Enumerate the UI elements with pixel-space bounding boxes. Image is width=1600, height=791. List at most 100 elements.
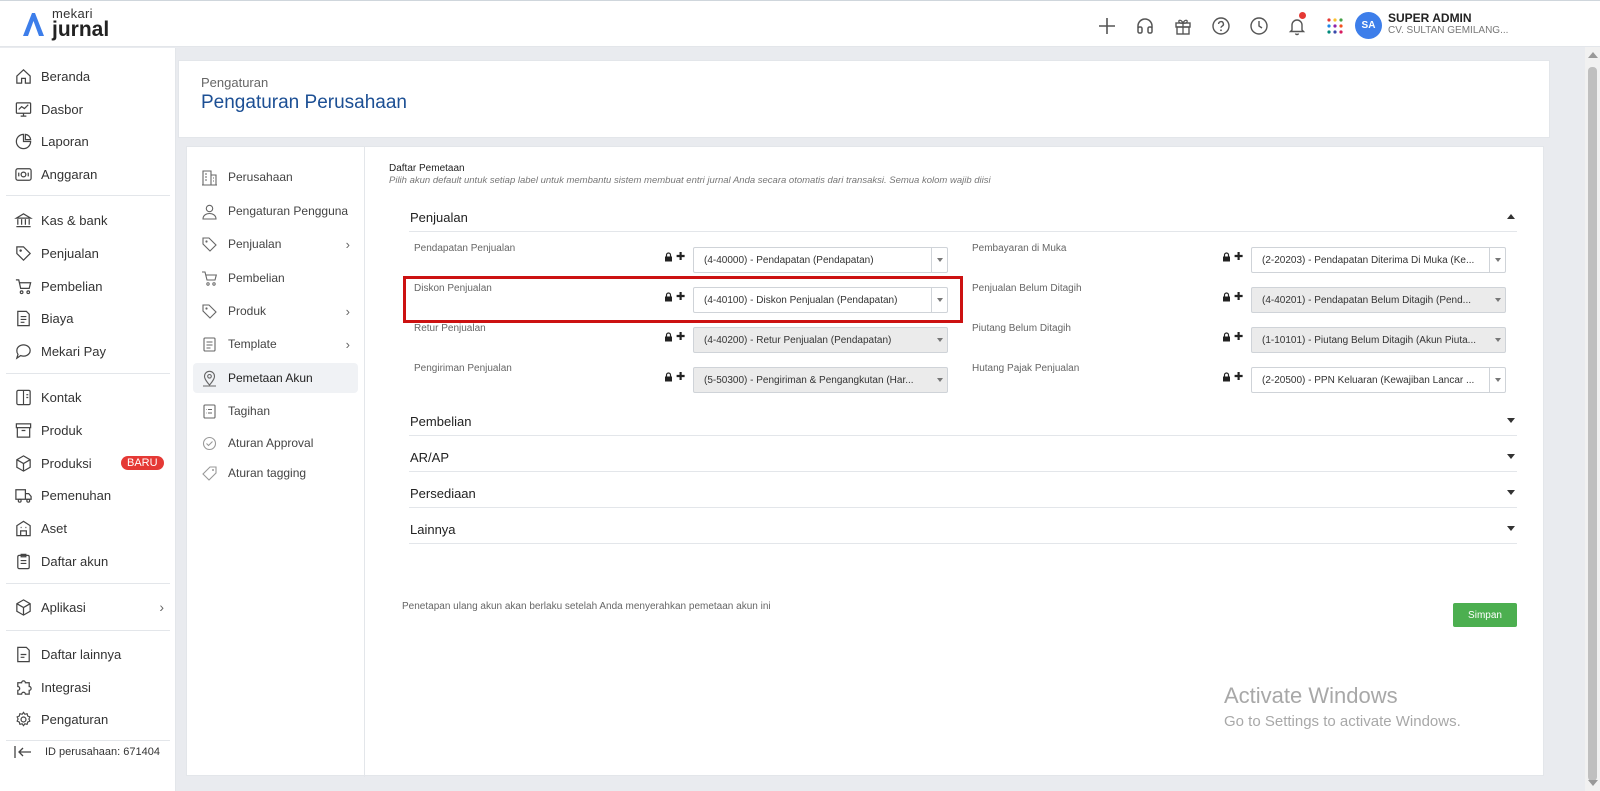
breadcrumb[interactable]: Pengaturan xyxy=(201,75,268,90)
gift-icon[interactable] xyxy=(1164,14,1202,38)
sidebar-item-dasbor[interactable]: Dasbor xyxy=(14,97,164,121)
lock-icon[interactable] xyxy=(664,251,673,262)
account-select[interactable]: (4-40000) - Pendapatan (Pendapatan) xyxy=(693,247,948,273)
page-header: Pengaturan Pengaturan Perusahaan xyxy=(178,60,1550,138)
scroll-up-arrow[interactable] xyxy=(1588,52,1598,58)
account-select[interactable]: (4-40100) - Diskon Penjualan (Pendapatan… xyxy=(693,287,948,313)
sidebar-item-biaya[interactable]: Biaya xyxy=(14,306,164,330)
plus-icon[interactable] xyxy=(1088,14,1126,38)
add-icon[interactable]: ✚ xyxy=(1234,250,1243,263)
sidebar-item-beranda[interactable]: Beranda xyxy=(14,64,164,88)
collapse-arrow-icon[interactable] xyxy=(1507,214,1515,219)
scroll-thumb[interactable] xyxy=(1588,67,1597,781)
page-scrollbar[interactable] xyxy=(1585,47,1600,791)
mapping-subtitle: Pilih akun default untuk setiap label un… xyxy=(389,175,991,186)
chevron-down-icon[interactable] xyxy=(1489,248,1506,272)
add-icon[interactable]: ✚ xyxy=(676,330,685,343)
sidebar-item-label: Produk xyxy=(41,422,83,438)
help-icon[interactable] xyxy=(1202,14,1240,38)
headset-icon[interactable] xyxy=(1126,14,1164,38)
sidebar-item-laporan[interactable]: Laporan xyxy=(14,129,164,153)
lock-icon[interactable] xyxy=(1222,331,1231,342)
lock-add-controls[interactable]: ✚ xyxy=(1222,290,1243,303)
lock-icon[interactable] xyxy=(1222,291,1231,302)
apps-grid-icon[interactable] xyxy=(1316,14,1354,38)
collapse-sidebar-icon[interactable] xyxy=(14,745,32,759)
lock-add-controls[interactable]: ✚ xyxy=(664,290,685,303)
sidebar-item-mekari-pay[interactable]: Mekari Pay xyxy=(14,339,164,363)
settings-menu-template[interactable]: Template › xyxy=(193,329,358,359)
lock-add-controls[interactable]: ✚ xyxy=(1222,250,1243,263)
sidebar-item-daftar-akun[interactable]: Daftar akun xyxy=(14,549,164,573)
accordion-pembelian[interactable]: Pembelian xyxy=(409,408,1517,436)
settings-menu-aturan-tagging[interactable]: Aturan tagging xyxy=(193,458,358,488)
integration-icon xyxy=(17,679,32,695)
sidebar-item-kontak[interactable]: Kontak xyxy=(14,385,164,409)
chevron-down-icon xyxy=(1489,328,1506,352)
sidebar-item-label: Laporan xyxy=(41,133,89,149)
settings-menu-pembelian[interactable]: Pembelian xyxy=(193,263,358,293)
add-icon[interactable]: ✚ xyxy=(1234,290,1243,303)
sidebar-item-anggaran[interactable]: Anggaran xyxy=(14,162,164,186)
sidebar-item-penjualan[interactable]: Penjualan xyxy=(14,241,164,265)
expand-arrow-icon[interactable] xyxy=(1507,454,1515,459)
accordion-persediaan[interactable]: Persediaan xyxy=(409,480,1517,508)
add-icon[interactable]: ✚ xyxy=(676,290,685,303)
accordion-ar-ap[interactable]: AR/AP xyxy=(409,444,1517,472)
lock-icon[interactable] xyxy=(1222,371,1231,382)
add-icon[interactable]: ✚ xyxy=(1234,370,1243,383)
settings-menu-label: Tagihan xyxy=(228,404,271,418)
settings-menu-pemetaan-akun[interactable]: Pemetaan Akun xyxy=(193,363,358,393)
sidebar-item-daftar-lainnya[interactable]: Daftar lainnya xyxy=(14,642,164,666)
chevron-down-icon[interactable] xyxy=(1489,368,1506,392)
sidebar-item-aplikasi[interactable]: Aplikasi › xyxy=(14,595,164,619)
add-icon[interactable]: ✚ xyxy=(676,370,685,383)
avatar[interactable]: SA xyxy=(1355,12,1382,39)
sidebar-item-pengaturan[interactable]: Pengaturan xyxy=(14,707,164,731)
expand-arrow-icon[interactable] xyxy=(1507,490,1515,495)
sidebar-item-produksi[interactable]: Produksi BARU xyxy=(14,451,164,475)
add-icon[interactable]: ✚ xyxy=(1234,330,1243,343)
sidebar-item-integrasi[interactable]: Integrasi xyxy=(14,675,164,699)
settings-menu-produk[interactable]: Produk › xyxy=(193,296,358,326)
lock-add-controls[interactable]: ✚ xyxy=(1222,330,1243,343)
user-menu[interactable]: SUPER ADMIN CV. SULTAN GEMILANG... xyxy=(1388,11,1508,37)
lock-add-controls[interactable]: ✚ xyxy=(664,330,685,343)
sidebar-item-label: Biaya xyxy=(41,310,74,326)
bell-icon[interactable] xyxy=(1278,12,1316,38)
expand-arrow-icon[interactable] xyxy=(1507,418,1515,423)
account-select-disabled: (4-40201) - Pendapatan Belum Ditagih (Pe… xyxy=(1251,287,1506,313)
chevron-down-icon[interactable] xyxy=(931,248,948,272)
mekari-jurnal-logo[interactable]: mekari jurnal xyxy=(20,7,109,40)
sidebar-item-produk[interactable]: Produk xyxy=(14,418,164,442)
scroll-down-arrow[interactable] xyxy=(1588,780,1598,786)
settings-menu-aturan-approval[interactable]: Aturan Approval xyxy=(193,428,358,458)
save-button[interactable]: Simpan xyxy=(1453,603,1517,627)
lock-icon[interactable] xyxy=(664,371,673,382)
lock-add-controls[interactable]: ✚ xyxy=(664,250,685,263)
settings-menu-perusahaan[interactable]: Perusahaan xyxy=(193,162,358,192)
clock-icon[interactable] xyxy=(1240,14,1278,38)
sidebar-item-aset[interactable]: Aset xyxy=(14,516,164,540)
lock-icon[interactable] xyxy=(664,291,673,302)
settings-menu-tagihan[interactable]: Tagihan xyxy=(193,396,358,426)
accordion-lainnya[interactable]: Lainnya xyxy=(409,516,1517,544)
lock-add-controls[interactable]: ✚ xyxy=(1222,370,1243,383)
settings-menu-penjualan[interactable]: Penjualan › xyxy=(193,229,358,259)
add-icon[interactable]: ✚ xyxy=(676,250,685,263)
expand-arrow-icon[interactable] xyxy=(1507,526,1515,531)
account-select[interactable]: (2-20203) - Pendapatan Diterima Di Muka … xyxy=(1251,247,1506,273)
chevron-down-icon[interactable] xyxy=(931,288,948,312)
account-select[interactable]: (2-20500) - PPN Keluaran (Kewajiban Lanc… xyxy=(1251,367,1506,393)
sidebar-item-label: Pengaturan xyxy=(41,711,109,727)
company-id[interactable]: ID perusahaan: 671404 xyxy=(14,745,160,759)
sidebar-item-label: Daftar akun xyxy=(41,553,109,569)
lock-icon[interactable] xyxy=(664,331,673,342)
lock-icon[interactable] xyxy=(1222,251,1231,262)
sidebar-item-pemenuhan[interactable]: Pemenuhan xyxy=(14,483,164,507)
sidebar-item-kas-bank[interactable]: Kas & bank xyxy=(14,208,164,232)
settings-menu-pengaturan-pengguna[interactable]: Pengaturan Pengguna xyxy=(193,196,358,226)
accordion-penjualan[interactable]: Penjualan xyxy=(409,204,1517,232)
sidebar-item-pembelian[interactable]: Pembelian xyxy=(14,274,164,298)
lock-add-controls[interactable]: ✚ xyxy=(664,370,685,383)
